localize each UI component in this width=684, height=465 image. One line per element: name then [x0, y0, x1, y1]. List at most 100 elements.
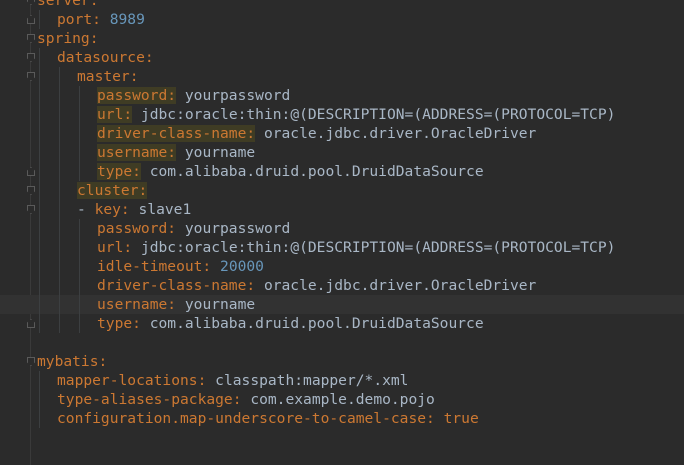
indent-guide [39, 181, 40, 200]
indent-guide [39, 67, 40, 86]
fold-expand-icon[interactable] [27, 72, 35, 81]
code-line[interactable]: mapper-locations: classpath:mapper/*.xml [0, 371, 684, 390]
code-text: driver-class-name: oracle.jdbc.driver.Or… [97, 276, 536, 295]
yaml-key: mybatis: [37, 353, 108, 370]
code-line[interactable]: port: 8989 [0, 10, 684, 29]
code-line[interactable]: spring: [0, 29, 684, 48]
fold-collapse-icon[interactable] [27, 167, 35, 176]
list-dash: - [77, 201, 95, 218]
code-text: cluster: [77, 181, 148, 200]
code-line[interactable]: url: jdbc:oracle:thin:@(DESCRIPTION=(ADD… [0, 238, 684, 257]
code-line[interactable]: password: yourpassword [0, 86, 684, 105]
indent-guide [79, 143, 80, 162]
yaml-key: datasource: [57, 49, 154, 66]
yaml-key: driver-class-name: [97, 277, 256, 294]
indent-guide [39, 276, 40, 295]
indent-guide [39, 409, 40, 428]
yaml-value: slave1 [138, 201, 192, 218]
fold-collapse-icon[interactable] [27, 15, 35, 24]
indent-guide [79, 219, 80, 238]
indent-guide [59, 314, 60, 333]
indent-guide [59, 124, 60, 143]
indent-guide [79, 105, 80, 124]
code-line[interactable]: password: yourpassword [0, 219, 684, 238]
indent-guide [79, 257, 80, 276]
indent-guide [39, 105, 40, 124]
indent-guide [59, 143, 60, 162]
indent-guide [59, 86, 60, 105]
fold-collapse-icon[interactable] [27, 319, 35, 328]
code-line[interactable]: driver-class-name: oracle.jdbc.driver.Or… [0, 124, 684, 143]
yaml-value: yourname [184, 296, 256, 313]
code-line[interactable]: url: jdbc:oracle:thin:@(DESCRIPTION=(ADD… [0, 105, 684, 124]
fold-expand-icon[interactable] [27, 0, 35, 5]
code-line[interactable]: - key: slave1 [0, 200, 684, 219]
code-text: idle-timeout: 20000 [97, 257, 264, 276]
indent-guide [39, 219, 40, 238]
indent-guide [79, 276, 80, 295]
indent-guide [59, 162, 60, 181]
yaml-value: true [443, 410, 479, 427]
code-text: server: [37, 0, 99, 10]
indent-guide [79, 295, 80, 314]
code-line[interactable]: mybatis: [0, 352, 684, 371]
yaml-value: com.alibaba.druid.pool.DruidDataSource [149, 315, 484, 332]
indent-guide [59, 200, 60, 219]
code-line[interactable] [0, 333, 684, 352]
code-text: mybatis: [37, 352, 107, 371]
code-line[interactable]: datasource: [0, 48, 684, 67]
code-line[interactable]: type: com.alibaba.druid.pool.DruidDataSo… [0, 162, 684, 181]
yaml-value: classpath:mapper/*.xml [215, 372, 409, 389]
yaml-key: type-aliases-package: [57, 391, 242, 408]
yaml-value: yourpassword [184, 220, 291, 237]
indent-guide [59, 181, 60, 200]
indent-guide [39, 162, 40, 181]
yaml-code-editor[interactable]: server: port: 8989 spring: datasource: maste… [0, 0, 684, 465]
yaml-key: master: [77, 68, 139, 85]
indent-guide [59, 105, 60, 124]
yaml-key: url: [97, 239, 133, 256]
indent-guide [79, 162, 80, 181]
code-line[interactable]: cluster: [0, 181, 684, 200]
yaml-key: password: [97, 220, 177, 237]
fold-expand-icon[interactable] [27, 34, 35, 43]
yaml-value: com.alibaba.druid.pool.DruidDataSource [149, 163, 484, 180]
code-text: master: [77, 67, 139, 86]
yaml-value: yourname [184, 144, 256, 161]
yaml-key: port: [57, 11, 101, 28]
code-line[interactable]: driver-class-name: oracle.jdbc.driver.Or… [0, 276, 684, 295]
yaml-key: type: [97, 163, 141, 180]
code-line[interactable]: type: com.alibaba.druid.pool.DruidDataSo… [0, 314, 684, 333]
indent-guide [79, 238, 80, 257]
fold-expand-icon[interactable] [27, 205, 35, 214]
yaml-key: server: [37, 0, 99, 9]
indent-guide [39, 295, 40, 314]
yaml-key: mapper-locations: [57, 372, 207, 389]
indent-guide [39, 257, 40, 276]
indent-guide [79, 86, 80, 105]
code-text: datasource: [57, 48, 154, 67]
code-line[interactable]: username: yourname [0, 143, 684, 162]
fold-expand-icon[interactable] [27, 53, 35, 62]
code-line[interactable]: master: [0, 67, 684, 86]
code-text: type: com.alibaba.druid.pool.DruidDataSo… [97, 314, 484, 333]
code-line[interactable]: configuration.map-underscore-to-camel-ca… [0, 409, 684, 428]
yaml-key: configuration.map-underscore-to-camel-ca… [57, 410, 435, 427]
indent-guide [39, 371, 40, 390]
code-line[interactable]: idle-timeout: 20000 [0, 257, 684, 276]
yaml-key: username: [97, 296, 177, 313]
code-line[interactable]: username: yourname [0, 295, 684, 314]
indent-guide [39, 48, 40, 67]
yaml-value: 20000 [220, 258, 264, 275]
yaml-value: jdbc:oracle:thin:@(DESCRIPTION=(ADDRESS=… [140, 239, 616, 256]
code-line[interactable]: server: [0, 0, 684, 10]
fold-expand-icon[interactable] [27, 186, 35, 195]
code-text: spring: [37, 29, 99, 48]
code-line[interactable]: type-aliases-package: com.example.demo.p… [0, 390, 684, 409]
code-text: username: yourname [97, 143, 255, 162]
yaml-key: key: [94, 201, 130, 218]
indent-guide [59, 295, 60, 314]
indent-guide [39, 314, 40, 333]
fold-expand-icon[interactable] [27, 357, 35, 366]
yaml-key: spring: [37, 30, 99, 47]
